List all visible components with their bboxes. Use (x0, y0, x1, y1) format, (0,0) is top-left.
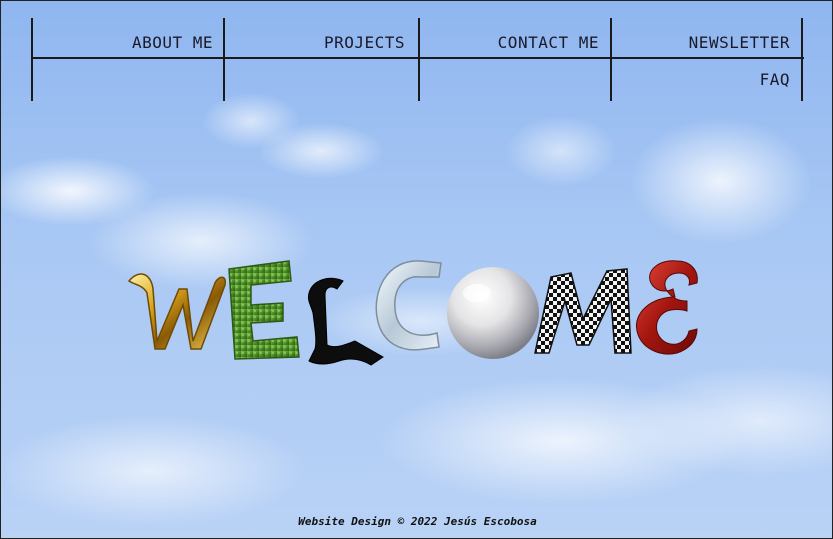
letter-e-grass (228, 260, 300, 360)
nav-link-newsletter[interactable]: NEWSLETTER (689, 33, 790, 52)
letter-c-glass (375, 260, 442, 351)
nav-link-projects[interactable]: PROJECTS (324, 33, 405, 52)
letter-m-checkered (534, 268, 632, 354)
nav-divider (223, 18, 225, 101)
nav-divider (610, 18, 612, 101)
nav-divider (31, 18, 33, 101)
nav-divider (418, 18, 420, 101)
letter-o-pearl (447, 267, 539, 359)
letter-l-blackletter (308, 277, 384, 366)
nav-link-about-me[interactable]: ABOUT ME (132, 33, 213, 52)
nav-link-contact-me[interactable]: CONTACT ME (498, 33, 599, 52)
welcome-heading (127, 260, 698, 366)
letter-e-ornate (635, 260, 698, 355)
nav-horizontal-rule (31, 57, 804, 59)
nav-link-faq[interactable]: FAQ (760, 70, 790, 89)
footer-credit: Website Design © 2022 Jesús Escobosa (298, 515, 537, 528)
nav-divider (801, 18, 803, 101)
letter-w (127, 273, 227, 350)
page-background: ABOUT ME PROJECTS CONTACT ME NEWSLETTER … (0, 0, 833, 539)
